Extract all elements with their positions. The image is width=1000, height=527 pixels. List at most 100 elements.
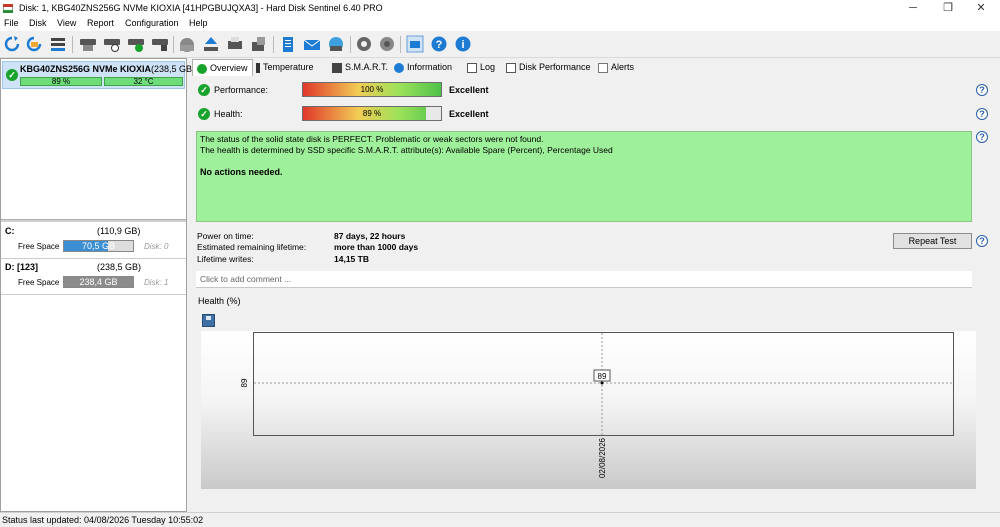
tab-label: Overview xyxy=(210,63,248,73)
free-space-bar: 70,5 GB xyxy=(63,240,134,252)
chip-icon xyxy=(332,62,342,73)
tab-log[interactable]: Log xyxy=(467,59,495,76)
info-icon[interactable]: i xyxy=(454,35,472,53)
menu-file[interactable]: File xyxy=(4,18,19,28)
menu-configuration[interactable]: Configuration xyxy=(125,18,179,28)
health-label: Health: xyxy=(214,109,243,119)
writes-value: 14,15 TB xyxy=(334,254,369,264)
status-message-box: The status of the solid state disk is PE… xyxy=(196,131,972,222)
status-line: The health is determined by SSD specific… xyxy=(200,145,613,155)
help-icon[interactable]: ? xyxy=(430,35,448,53)
performance-value: 100 % xyxy=(360,85,384,94)
help-icon[interactable]: ? xyxy=(976,108,988,120)
health-status: Excellent xyxy=(449,109,489,119)
tab-overview[interactable]: Overview xyxy=(192,59,253,76)
volume-name: D: [123] xyxy=(5,262,39,272)
notes-icon[interactable] xyxy=(279,35,297,53)
status-bar: Status last updated: 04/08/2026 Tuesday … xyxy=(0,512,1000,527)
status-action: No actions needed. xyxy=(200,167,283,177)
svg-text:i: i xyxy=(461,39,464,51)
volume-c[interactable]: C: (110,9 GB) Free Space 70,5 GB Disk: 0 xyxy=(1,223,186,259)
tab-smart[interactable]: S.M.A.R.T. xyxy=(332,59,388,76)
configuration-icon[interactable] xyxy=(378,35,396,53)
help-icon[interactable]: ? xyxy=(976,84,988,96)
printer-icon[interactable] xyxy=(226,35,244,53)
lifetime-label: Estimated remaining lifetime: xyxy=(197,242,307,252)
volume-size: (110,9 GB) xyxy=(97,226,141,236)
tab-label: Log xyxy=(480,62,496,72)
disk-drive-icon[interactable] xyxy=(79,35,97,53)
status-line: The status of the solid state disk is PE… xyxy=(200,134,544,144)
menu-report[interactable]: Report xyxy=(87,18,114,28)
health-graph-tab[interactable]: Health (%) xyxy=(198,296,241,306)
volume-name: C: xyxy=(5,226,15,236)
tab-information[interactable]: Information xyxy=(394,59,452,76)
alerts-icon xyxy=(598,62,608,73)
refresh-all-icon[interactable] xyxy=(25,35,43,53)
disk-health-bar: 89 % xyxy=(20,77,102,86)
disk-alert-icon[interactable] xyxy=(151,35,169,53)
refresh-icon[interactable] xyxy=(3,35,21,53)
tab-label: Alerts xyxy=(611,62,635,72)
health-bar: 89 % xyxy=(302,106,442,121)
free-space-bar: 238,4 GB xyxy=(63,276,134,288)
performance-label: Performance: xyxy=(214,85,269,95)
volume-disk-index: Disk: 1 xyxy=(144,278,169,287)
menu-view[interactable]: View xyxy=(57,18,76,28)
tab-label: Information xyxy=(407,62,453,72)
title-bar: Disk: 1, KBG40ZNS256G NVMe KIOXIA [41HPG… xyxy=(0,0,1000,17)
disk-name: KBG40ZNS256G NVMe KIOXIA xyxy=(20,64,152,74)
export-icon[interactable] xyxy=(250,35,268,53)
help-icon[interactable]: ? xyxy=(976,235,988,247)
lifetime-value: more than 1000 days xyxy=(334,242,419,252)
screenshot-icon[interactable] xyxy=(406,35,424,53)
log-icon xyxy=(467,62,477,73)
volume-d[interactable]: D: [123] (238,5 GB) Free Space 238,4 GB … xyxy=(1,259,186,295)
tab-temperature[interactable]: Temperature xyxy=(256,59,314,76)
menu-disk[interactable]: Disk xyxy=(29,18,47,28)
power-on-label: Power on time: xyxy=(197,231,254,241)
toolbar: ? i xyxy=(0,31,1000,58)
volume-size: (238,5 GB) xyxy=(97,262,142,272)
close-button[interactable]: ✕ xyxy=(966,1,996,15)
disk-list-icon[interactable] xyxy=(49,35,67,53)
tab-alerts[interactable]: Alerts xyxy=(598,59,634,76)
disk-list-pane: ✓ KBG40ZNS256G NVMe KIOXIA (238,5 GB 89 … xyxy=(0,58,192,512)
comment-field[interactable]: Click to add comment ... xyxy=(196,271,972,288)
app-flag-icon xyxy=(3,4,13,13)
volume-disk-index: Disk: 0 xyxy=(144,242,169,251)
eject-icon[interactable] xyxy=(202,35,220,53)
help-icon[interactable]: ? xyxy=(976,131,988,143)
plot-area xyxy=(253,332,954,436)
menu-help[interactable]: Help xyxy=(189,18,208,28)
helmet-icon[interactable] xyxy=(178,35,196,53)
health-value: 89 % xyxy=(362,109,382,118)
save-icon[interactable] xyxy=(202,314,215,327)
info-icon xyxy=(394,62,404,73)
tab-label: Temperature xyxy=(263,62,314,72)
network-icon[interactable] xyxy=(327,35,345,53)
mail-icon[interactable] xyxy=(303,35,321,53)
tab-disk-performance[interactable]: Disk Performance xyxy=(506,59,591,76)
minimize-button[interactable]: ─ xyxy=(898,1,928,15)
pane-divider[interactable] xyxy=(1,219,186,222)
performance-icon xyxy=(506,62,516,73)
maximize-button[interactable]: ❐ xyxy=(933,1,963,15)
tab-bar: Overview Temperature S.M.A.R.T. Informat… xyxy=(192,59,992,76)
performance-bar: 100 % xyxy=(302,82,442,97)
check-icon xyxy=(197,63,207,74)
writes-label: Lifetime writes: xyxy=(197,254,254,264)
disk-entry-selected[interactable]: ✓ KBG40ZNS256G NVMe KIOXIA (238,5 GB 89 … xyxy=(2,61,192,89)
disk-check-icon[interactable] xyxy=(127,35,145,53)
power-on-value: 87 days, 22 hours xyxy=(334,231,406,241)
svg-text:?: ? xyxy=(436,39,443,51)
performance-ok-icon: ✓ xyxy=(198,84,210,96)
disk-test-icon[interactable] xyxy=(103,35,121,53)
free-space-value: 70,5 GB xyxy=(81,241,116,251)
repeat-test-button[interactable]: Repeat Test xyxy=(893,233,972,249)
disk-size: (238,5 GB xyxy=(151,64,193,74)
thermometer-icon xyxy=(256,62,260,73)
tab-label: Disk Performance xyxy=(519,62,591,72)
settings-icon[interactable] xyxy=(355,35,373,53)
performance-status: Excellent xyxy=(449,85,489,95)
